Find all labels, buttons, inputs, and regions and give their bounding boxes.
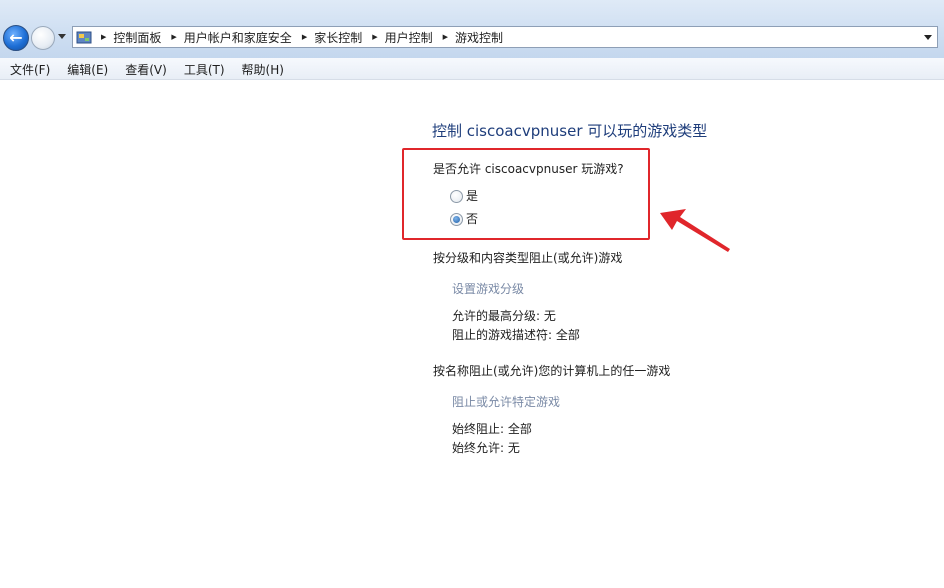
rating-section-title: 按分级和内容类型阻止(或允许)游戏 (433, 251, 623, 265)
breadcrumb-item-game-controls[interactable]: 游戏控制 (455, 29, 503, 46)
navigation-bar: ← ▶ 控制面板 ▶ 用户帐户和家庭安全 ▶ 家长控制 ▶ 用户控制 ▶ 游戏控… (0, 0, 944, 58)
chevron-right-icon[interactable]: ▶ (101, 33, 106, 41)
address-bar[interactable]: ▶ 控制面板 ▶ 用户帐户和家庭安全 ▶ 家长控制 ▶ 用户控制 ▶ 游戏控制 (72, 26, 938, 48)
annotation-highlight-box (402, 148, 650, 240)
breadcrumb-item-control-panel[interactable]: 控制面板 (113, 29, 161, 46)
menu-tools[interactable]: 工具(T) (174, 58, 232, 79)
page-title: 控制 ciscoacvpnuser 可以玩的游戏类型 (432, 122, 708, 140)
breadcrumb: ▶ 控制面板 ▶ 用户帐户和家庭安全 ▶ 家长控制 ▶ 用户控制 ▶ 游戏控制 (97, 27, 503, 47)
block-by-name-section-title: 按名称阻止(或允许)您的计算机上的任一游戏 (433, 364, 671, 378)
forward-button[interactable] (31, 26, 55, 50)
max-rating-status: 允许的最高分级: 无 (452, 309, 556, 323)
breadcrumb-item-user-controls[interactable]: 用户控制 (385, 29, 433, 46)
breadcrumb-item-user-accounts[interactable]: 用户帐户和家庭安全 (184, 29, 292, 46)
set-game-ratings-link[interactable]: 设置游戏分级 (452, 280, 524, 297)
chevron-right-icon[interactable]: ▶ (372, 33, 377, 41)
arrow-left-icon: ← (9, 28, 23, 47)
annotation-arrow-icon (660, 209, 730, 252)
breadcrumb-item-parental-controls[interactable]: 家长控制 (314, 29, 362, 46)
address-dropdown-button[interactable] (919, 27, 937, 47)
chevron-right-icon[interactable]: ▶ (171, 33, 176, 41)
menu-bar: 文件(F) 编辑(E) 查看(V) 工具(T) 帮助(H) (0, 58, 944, 80)
menu-edit[interactable]: 编辑(E) (57, 58, 115, 79)
menu-file[interactable]: 文件(F) (0, 58, 57, 79)
always-block-status: 始终阻止: 全部 (452, 422, 532, 436)
main-content: 控制 ciscoacvpnuser 可以玩的游戏类型 是否允许 ciscoacv… (0, 81, 944, 588)
menu-help[interactable]: 帮助(H) (232, 58, 291, 79)
blocked-descriptors-status: 阻止的游戏描述符: 全部 (452, 328, 580, 342)
menu-view[interactable]: 查看(V) (115, 58, 174, 79)
chevron-right-icon[interactable]: ▶ (443, 33, 448, 41)
recent-pages-dropdown-icon[interactable] (58, 34, 66, 39)
block-specific-games-link[interactable]: 阻止或允许特定游戏 (452, 393, 560, 410)
always-allow-status: 始终允许: 无 (452, 441, 520, 455)
control-panel-icon (76, 31, 92, 44)
back-button[interactable]: ← (3, 25, 29, 51)
chevron-right-icon[interactable]: ▶ (302, 33, 307, 41)
